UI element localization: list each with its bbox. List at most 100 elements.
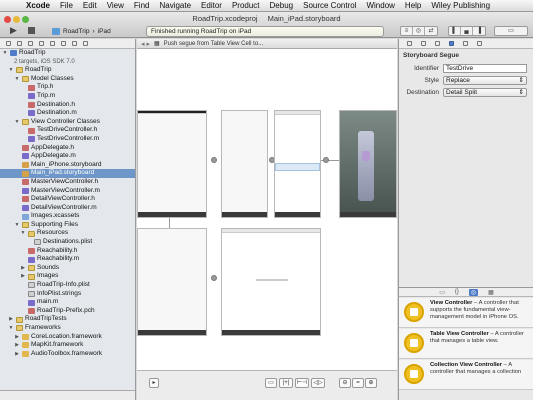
menu-view[interactable]: View: [107, 1, 124, 10]
tree-item[interactable]: Main_iPhone.storyboard: [0, 161, 135, 170]
version-editor-icon[interactable]: ⇄: [425, 27, 437, 35]
disclosure-open-icon[interactable]: ▼: [8, 324, 14, 333]
tree-item[interactable]: 2 targets, iOS SDK 7.0: [0, 58, 135, 67]
file-inspector-tab-icon[interactable]: [407, 41, 412, 46]
tree-item[interactable]: RoadTrip-Info.plist: [0, 281, 135, 290]
tree-item[interactable]: TestDriveController.h: [0, 126, 135, 135]
master-view-controller-scene[interactable]: [274, 110, 321, 218]
navigator-toggle-icon[interactable]: ▌: [449, 27, 461, 35]
tree-item[interactable]: ▼ RoadTrip: [0, 49, 135, 58]
navigation-controller-scene[interactable]: [221, 110, 268, 218]
tree-item[interactable]: ▶ AudioToolbox.framework: [0, 350, 135, 359]
tree-item[interactable]: MasterViewController.m: [0, 187, 135, 196]
relationship-segue-icon[interactable]: [211, 157, 217, 163]
disclosure-closed-icon[interactable]: ▶: [14, 341, 20, 350]
quick-help-tab-icon[interactable]: [421, 41, 426, 46]
menu-editor[interactable]: Editor: [201, 1, 222, 10]
disclosure-closed-icon[interactable]: ▶: [14, 333, 20, 342]
menu-navigate[interactable]: Navigate: [159, 1, 191, 10]
disclosure-open-icon[interactable]: ▼: [20, 229, 26, 238]
issue-navigator-tab-icon[interactable]: [39, 41, 44, 46]
tree-item[interactable]: ▶ MapKit.framework: [0, 341, 135, 350]
tree-item[interactable]: AppDelegate.h: [0, 144, 135, 153]
tree-item[interactable]: ▼ RoadTrip: [0, 66, 135, 75]
assistant-editor-icon[interactable]: ◎: [413, 27, 425, 35]
tree-item[interactable]: ▼ View Controller Classes: [0, 118, 135, 127]
tree-item[interactable]: ▼ Resources: [0, 229, 135, 238]
tree-item[interactable]: DetailViewController.h: [0, 195, 135, 204]
form-factor-button[interactable]: ▭: [265, 378, 277, 388]
utilities-toggle-icon[interactable]: ▐: [473, 27, 485, 35]
disclosure-closed-icon[interactable]: ▶: [14, 350, 20, 359]
identifier-field[interactable]: TestDrive: [443, 63, 527, 73]
symbol-navigator-tab-icon[interactable]: [17, 41, 22, 46]
menu-source-control[interactable]: Source Control: [303, 1, 356, 10]
storyboard-canvas[interactable]: [137, 50, 397, 370]
tree-item[interactable]: ▼ Model Classes: [0, 75, 135, 84]
view-toggle-control[interactable]: ▌ ▄ ▐: [448, 26, 486, 36]
test-drive-controller-scene[interactable]: [339, 110, 397, 218]
project-tab-title[interactable]: RoadTrip.xcodeproj: [192, 14, 257, 23]
apple-menu-icon[interactable]: [6, 1, 16, 11]
debug-navigator-tab-icon[interactable]: [61, 41, 66, 46]
disclosure-closed-icon[interactable]: ▶: [8, 315, 14, 324]
standard-editor-icon[interactable]: ≡: [401, 27, 413, 35]
detail-view-controller-scene[interactable]: [221, 228, 321, 336]
object-library-tab-icon[interactable]: ◎: [468, 288, 479, 296]
push-segue-icon[interactable]: [323, 157, 329, 163]
relationship-segue-icon[interactable]: [211, 275, 217, 281]
log-navigator-tab-icon[interactable]: [83, 41, 88, 46]
tree-item[interactable]: AppDelegate.m: [0, 152, 135, 161]
code-snippet-library-tab-icon[interactable]: {}: [455, 289, 459, 295]
tree-item[interactable]: main.m: [0, 298, 135, 307]
document-outline-toggle[interactable]: ▸: [149, 378, 159, 388]
test-navigator-tab-icon[interactable]: [50, 41, 55, 46]
zoom-in-button[interactable]: ⊕: [365, 378, 377, 388]
tree-item[interactable]: ▶ CoreLocation.framework: [0, 333, 135, 342]
disclosure-open-icon[interactable]: ▼: [14, 221, 20, 230]
connections-inspector-tab-icon[interactable]: [477, 41, 482, 46]
file-tab-title[interactable]: Main_iPad.storyboard: [268, 14, 341, 23]
tree-item[interactable]: Destination.m: [0, 109, 135, 118]
file-template-library-tab-icon[interactable]: ▭: [439, 289, 445, 296]
tree-item[interactable]: InfoPlist.strings: [0, 290, 135, 299]
organizer-button[interactable]: ▭: [494, 26, 528, 36]
media-library-tab-icon[interactable]: ▦: [488, 289, 494, 296]
tree-item[interactable]: Reachability.h: [0, 247, 135, 256]
library-item-table-view-controller[interactable]: Table View Controller – A controller tha…: [399, 329, 533, 359]
menu-debug[interactable]: Debug: [270, 1, 294, 10]
run-button[interactable]: ▶: [10, 26, 20, 35]
tree-item[interactable]: ▼ Frameworks: [0, 324, 135, 333]
stop-button[interactable]: [28, 27, 35, 34]
zoom-out-button[interactable]: ⊖: [339, 378, 351, 388]
navigation-arrows-icon[interactable]: ◂ ▸: [141, 40, 150, 48]
tree-item[interactable]: Images.xcassets: [0, 212, 135, 221]
scheme-selector[interactable]: RoadTrip › iPad: [52, 26, 111, 36]
tree-item[interactable]: DetailViewController.m: [0, 204, 135, 213]
menu-find[interactable]: Find: [134, 1, 150, 10]
disclosure-open-icon[interactable]: ▼: [8, 66, 14, 75]
navigation-controller-scene-detail[interactable]: [137, 228, 207, 336]
style-select[interactable]: Replace ⇕: [443, 75, 527, 85]
tree-item[interactable]: Trip.h: [0, 83, 135, 92]
menu-file[interactable]: File: [60, 1, 73, 10]
pin-button[interactable]: ⊢⊣: [295, 378, 309, 388]
align-button[interactable]: |+|: [279, 378, 293, 388]
tree-item[interactable]: TestDriveController.m: [0, 135, 135, 144]
disclosure-open-icon[interactable]: ▼: [2, 49, 8, 58]
jump-bar-path[interactable]: Push segue from Table View Cell to...: [164, 41, 264, 47]
menu-app[interactable]: Xcode: [26, 1, 50, 10]
related-items-icon[interactable]: ▦: [154, 40, 160, 47]
tree-item[interactable]: MasterViewController.h: [0, 178, 135, 187]
tree-item[interactable]: Main_iPad.storyboard: [0, 169, 135, 178]
project-navigator-tab-icon[interactable]: [6, 41, 11, 46]
tree-item[interactable]: ▶ Sounds: [0, 264, 135, 273]
menu-wiley-publishing[interactable]: Wiley Publishing: [431, 1, 490, 10]
editor-mode-control[interactable]: ≡ ◎ ⇄: [400, 26, 438, 36]
tree-item[interactable]: Trip.m: [0, 92, 135, 101]
menu-window[interactable]: Window: [366, 1, 394, 10]
tree-item[interactable]: ▶ Images: [0, 272, 135, 281]
attributes-inspector-tab-icon[interactable]: [449, 41, 454, 46]
zoom-actual-button[interactable]: =: [352, 378, 364, 388]
size-inspector-tab-icon[interactable]: [463, 41, 468, 46]
